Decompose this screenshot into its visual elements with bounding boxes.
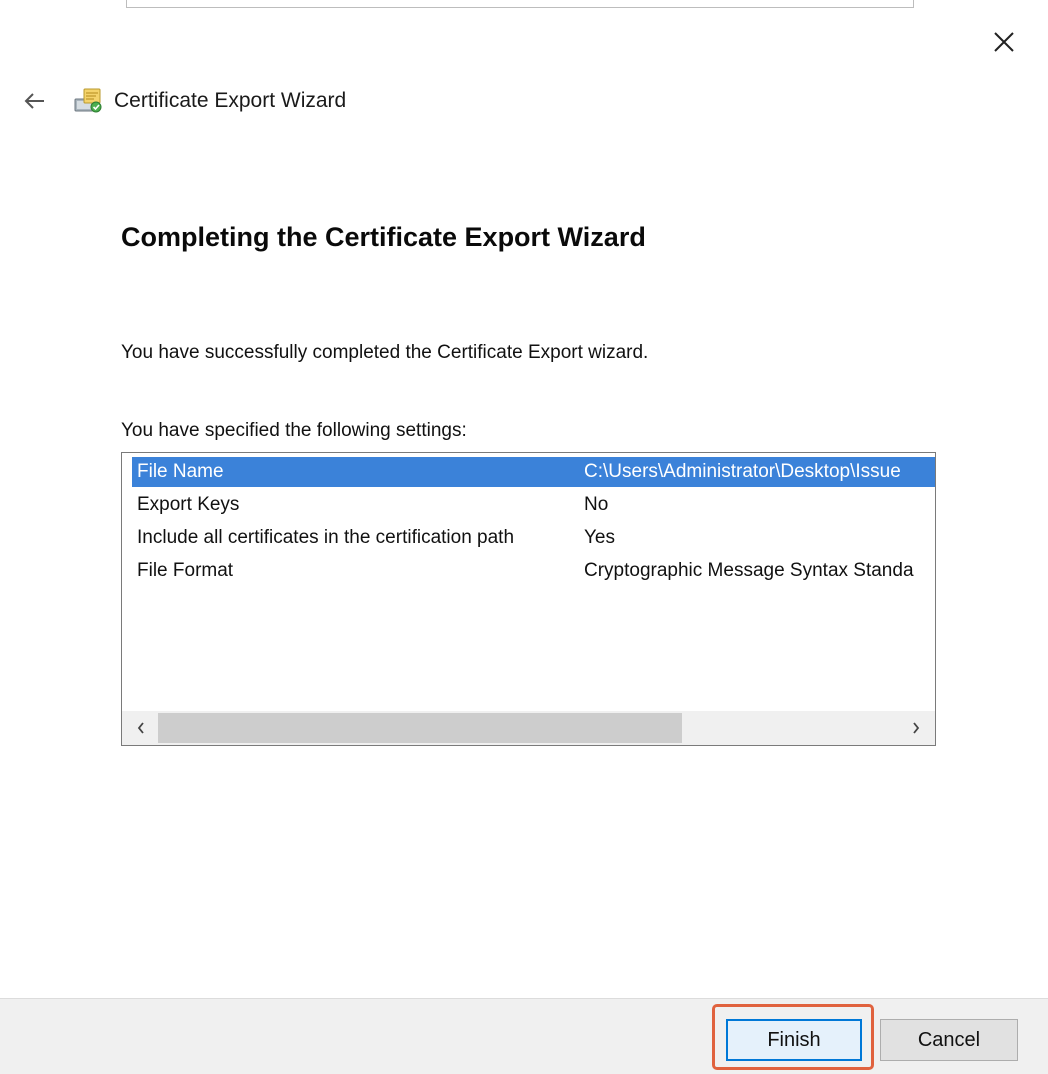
setting-value: No bbox=[584, 494, 609, 515]
settings-row-file-format[interactable]: File Format Cryptographic Message Syntax… bbox=[132, 556, 935, 586]
setting-value: Cryptographic Message Syntax Standa bbox=[584, 560, 914, 581]
settings-row-export-keys[interactable]: Export Keys No bbox=[132, 490, 935, 520]
wizard-header: Certificate Export Wizard bbox=[16, 82, 346, 120]
page-title: Completing the Certificate Export Wizard bbox=[121, 222, 646, 252]
settings-label: You have specified the following setting… bbox=[121, 420, 467, 441]
horizontal-scrollbar[interactable] bbox=[122, 711, 935, 745]
scroll-left-button[interactable] bbox=[124, 711, 158, 745]
close-icon bbox=[994, 32, 1014, 52]
background-window-edge bbox=[126, 0, 914, 8]
close-button[interactable] bbox=[986, 24, 1022, 60]
cancel-button[interactable]: Cancel bbox=[880, 1019, 1018, 1061]
completion-message: You have successfully completed the Cert… bbox=[121, 342, 649, 363]
setting-key: File Name bbox=[137, 461, 224, 482]
setting-value: C:\Users\Administrator\Desktop\Issue bbox=[584, 461, 901, 482]
settings-rows: File Name C:\Users\Administrator\Desktop… bbox=[122, 453, 935, 709]
setting-key: File Format bbox=[137, 560, 234, 581]
wizard-footer: Finish Cancel bbox=[0, 998, 1048, 1074]
scrollbar-thumb[interactable] bbox=[158, 713, 682, 743]
chevron-left-icon bbox=[137, 722, 144, 734]
wizard-title: Certificate Export Wizard bbox=[114, 89, 347, 112]
settings-row-file-name[interactable]: File Name C:\Users\Administrator\Desktop… bbox=[132, 457, 935, 487]
settings-row-include-certificates[interactable]: Include all certificates in the certific… bbox=[132, 523, 935, 553]
settings-list[interactable]: File Name C:\Users\Administrator\Desktop… bbox=[121, 452, 936, 746]
setting-value: Yes bbox=[584, 527, 615, 548]
chevron-right-icon bbox=[913, 722, 920, 734]
finish-button[interactable]: Finish bbox=[726, 1019, 862, 1061]
back-arrow-icon bbox=[24, 93, 44, 109]
back-button[interactable] bbox=[16, 83, 52, 119]
setting-key: Include all certificates in the certific… bbox=[137, 527, 515, 548]
setting-key: Export Keys bbox=[137, 494, 240, 515]
certificate-wizard-icon bbox=[74, 88, 102, 113]
scroll-right-button[interactable] bbox=[899, 711, 933, 745]
